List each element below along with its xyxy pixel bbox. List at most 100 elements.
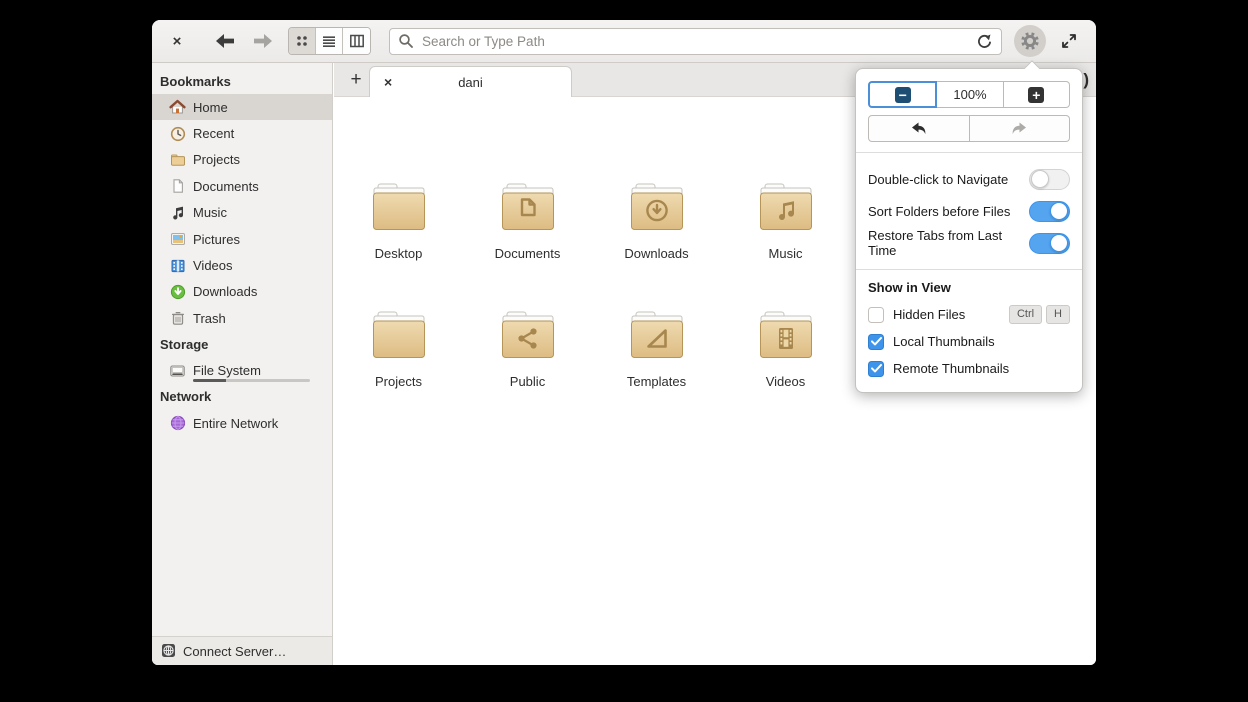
grid-view-button[interactable]	[289, 28, 316, 54]
sidebar-item-entire-network[interactable]: Entire Network	[152, 410, 332, 436]
check-row-local-thumbnails: Local Thumbnails	[868, 328, 1070, 355]
popover-forward-button[interactable]	[969, 115, 1070, 142]
separator	[856, 152, 1082, 153]
sidebar-item-pictures[interactable]: Pictures	[152, 226, 332, 252]
forward-button[interactable]	[250, 28, 276, 54]
sidebar-item-file-system[interactable]: File System	[152, 358, 332, 384]
check-label: Local Thumbnails	[893, 334, 995, 349]
toggle-label: Sort Folders before Files	[868, 203, 1011, 219]
sidebar-item-music[interactable]: Music	[152, 200, 332, 226]
toggle-label: Restore Tabs from Last Time	[868, 228, 1003, 258]
sidebar-item-label: Home	[193, 99, 228, 115]
checkbox-unchecked[interactable]	[868, 306, 884, 323]
switch-knob	[1031, 170, 1049, 188]
file-item-desktop[interactable]: Desktop	[334, 183, 463, 311]
sidebar-item-label: Recent	[193, 126, 235, 142]
folder-icon	[500, 311, 556, 364]
toggle-switch[interactable]	[1029, 200, 1070, 222]
sidebar-item-videos[interactable]: Videos	[152, 252, 332, 278]
keycap: H	[1046, 304, 1070, 325]
check-row-remote-thumbnails: Remote Thumbnails	[868, 355, 1070, 382]
sidebar-section-storage: Storage	[160, 337, 209, 353]
window-close-button[interactable]: ×	[166, 33, 188, 50]
fullscreen-button[interactable]	[1056, 28, 1082, 54]
folder-icon	[371, 183, 427, 236]
network-icon	[169, 415, 186, 432]
file-item-documents[interactable]: Documents	[463, 183, 592, 311]
file-manager-window: × Bookmarks Home Recent Projects Documents Mu…	[152, 20, 1096, 665]
file-item-public[interactable]: Public	[463, 311, 592, 439]
history-control	[868, 115, 1070, 142]
sidebar-item-label: Documents	[193, 178, 259, 194]
folder-icon	[371, 311, 427, 364]
search-icon	[398, 33, 414, 49]
tab-dani[interactable]: × dani	[369, 66, 572, 97]
keycap: Ctrl	[1008, 304, 1043, 325]
tab-close-icon[interactable]: ×	[384, 74, 400, 90]
toggle-switch[interactable]	[1029, 168, 1070, 190]
new-tab-button[interactable]: +	[343, 67, 369, 93]
file-label: Desktop	[374, 246, 423, 261]
restore-closed-tabs-icon[interactable]: )	[1083, 70, 1089, 90]
list-view-icon	[321, 33, 337, 49]
drive-icon	[169, 362, 186, 379]
column-view-button[interactable]	[343, 28, 370, 54]
document-icon	[169, 178, 186, 195]
videos-icon	[169, 257, 186, 274]
toggle-row-restore-tabs-from-last-time: Restore Tabs from Last Time	[868, 227, 1070, 259]
refresh-icon[interactable]	[976, 33, 993, 50]
gear-icon	[1019, 30, 1041, 52]
file-item-downloads[interactable]: Downloads	[592, 183, 721, 311]
file-item-projects[interactable]: Projects	[334, 311, 463, 439]
checkbox-checked[interactable]	[868, 360, 884, 377]
search-input[interactable]	[420, 32, 976, 50]
file-label: Templates	[626, 374, 687, 389]
sidebar-item-label: Trash	[193, 310, 226, 326]
zoom-control: − 100% +	[868, 81, 1070, 108]
sidebar-item-label: Downloads	[193, 284, 258, 300]
zoom-out-button[interactable]: −	[868, 81, 938, 108]
toggle-row-double-click-to-navigate: Double-click to Navigate	[868, 163, 1070, 195]
headerbar: ×	[152, 20, 1096, 63]
connect-server-button[interactable]: Connect Server…	[152, 636, 332, 665]
pictures-icon	[169, 231, 186, 248]
sidebar-item-home[interactable]: Home	[152, 94, 332, 121]
sidebar-item-label: Music	[193, 205, 227, 221]
sidebar-item-label: Pictures	[193, 231, 240, 247]
zoom-in-button[interactable]: +	[1003, 81, 1070, 108]
folder-icon	[758, 311, 814, 364]
view-switcher	[288, 27, 371, 55]
sidebar-item-documents[interactable]: Documents	[152, 173, 332, 199]
file-label: Music	[768, 246, 803, 261]
file-label: Downloads	[624, 246, 689, 261]
toggle-row-sort-folders-before-files: Sort Folders before Files	[868, 195, 1070, 227]
search-bar[interactable]	[389, 27, 1002, 55]
sidebar-item-recent[interactable]: Recent	[152, 120, 332, 146]
zoom-level: 100%	[937, 81, 1004, 108]
downloads-icon	[169, 283, 186, 300]
sidebar-item-downloads[interactable]: Downloads	[152, 279, 332, 305]
sidebar-item-projects[interactable]: Projects	[152, 147, 332, 173]
folder-icon	[169, 151, 186, 168]
file-label: Public	[509, 374, 546, 389]
file-item-videos[interactable]: Videos	[721, 311, 850, 439]
sidebar-item-label: Entire Network	[193, 415, 279, 431]
zoom-in-icon: +	[1028, 86, 1045, 103]
list-view-button[interactable]	[316, 28, 343, 54]
settings-gear-button[interactable]	[1014, 25, 1046, 57]
trash-icon	[169, 310, 186, 327]
recent-icon	[169, 125, 186, 142]
settings-popover: − 100% + Double-click to Navigate Sort Fo…	[855, 68, 1083, 393]
sidebar-item-trash[interactable]: Trash	[152, 305, 332, 331]
file-item-music[interactable]: Music	[721, 183, 850, 311]
checkbox-checked[interactable]	[868, 333, 884, 350]
back-button[interactable]	[212, 28, 238, 54]
toggle-switch[interactable]	[1029, 232, 1070, 254]
column-view-icon	[349, 33, 365, 49]
toggle-label: Double-click to Navigate	[868, 171, 1009, 187]
folder-icon	[629, 311, 685, 364]
folder-icon	[758, 183, 814, 236]
show-in-view-header: Show in View	[868, 280, 951, 295]
popover-back-button[interactable]	[868, 115, 970, 142]
file-item-templates[interactable]: Templates	[592, 311, 721, 439]
